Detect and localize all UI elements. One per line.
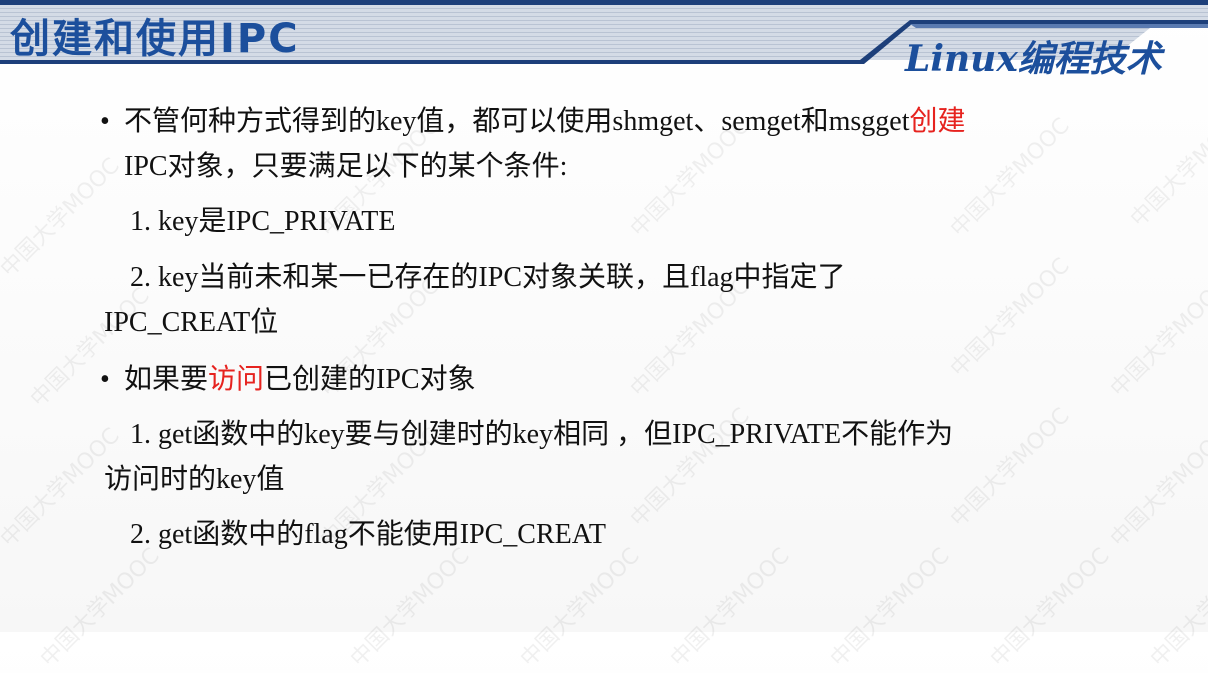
text-line-3: 1. key是IPC_PRIVATE (130, 206, 396, 237)
text-line-7: 1. get函数中的key要与创建时的key相同 ，但IPC_PRIVATE不能… (130, 419, 954, 450)
bullet-marker: • (100, 364, 110, 395)
bullet-line-6: • 如果要访问已创建的IPC对象 (100, 366, 476, 394)
text-line-9: 2. get函数中的flag不能使用IPC_CREAT (130, 519, 606, 550)
highlight-text: 访问 (208, 364, 265, 395)
bullet-marker: • (100, 106, 110, 137)
line-text: 已创建的IPC对象 (264, 364, 476, 395)
highlight-text: 创建 (909, 106, 966, 137)
line-text: 如果要 (124, 364, 209, 395)
text-line-2: IPC对象，只要满足以下的某个条件: (124, 151, 568, 182)
line-text: 不管何种方式得到的key值，都可以使用shmget、semget和msgget (124, 106, 910, 137)
text-line-4: 2. key当前未和某一已存在的IPC对象关联，且flag中指定了 (130, 262, 846, 293)
text-line-8: 访问时的key值 (104, 464, 285, 495)
bullet-line-1: • 不管何种方式得到的key值，都可以使用shmget、semget和msgget… (100, 108, 966, 136)
text-line-5: IPC_CREAT位 (104, 307, 279, 338)
slide-content: • 不管何种方式得到的key值，都可以使用shmget、semget和msgget… (0, 0, 1208, 632)
